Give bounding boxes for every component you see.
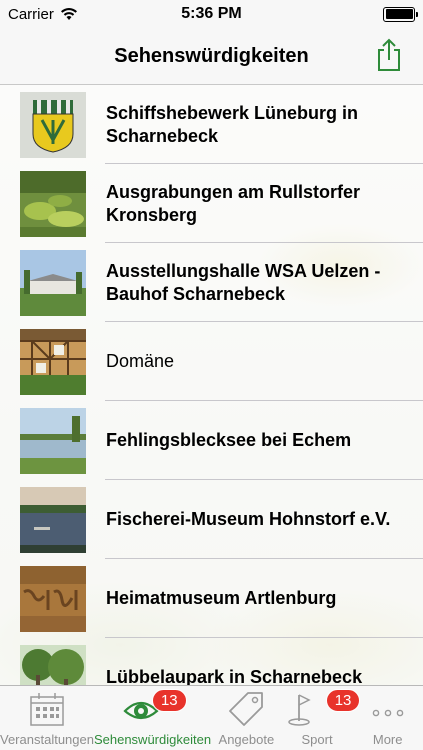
more-icon bbox=[372, 709, 403, 717]
tab-label: Sehenswürdigkeiten bbox=[93, 732, 212, 747]
hall-thumbnail bbox=[20, 249, 86, 316]
notification-badge: 13 bbox=[151, 689, 187, 712]
tab-label: Sport bbox=[301, 732, 333, 747]
tab-veranstaltungen[interactable]: Veranstaltungen bbox=[0, 686, 94, 750]
list-item[interactable]: Domäne bbox=[0, 322, 423, 401]
tab-sehenswuerdigkeiten[interactable]: 13 Sehenswürdigkeiten bbox=[94, 686, 211, 750]
list-item[interactable]: Fehlingsblecksee bei Echem bbox=[0, 401, 423, 480]
park-thumbnail bbox=[20, 644, 86, 685]
item-label: Ausstellungshalle WSA Uelzen - Bauhof Sc… bbox=[106, 260, 381, 304]
tab-sport[interactable]: 13 Sport bbox=[282, 686, 361, 750]
page-title: Sehenswürdigkeiten bbox=[114, 44, 309, 67]
calendar-icon bbox=[30, 693, 64, 726]
garden-thumbnail bbox=[20, 170, 86, 237]
golf-icon bbox=[288, 694, 311, 726]
half-timbered-house-thumbnail bbox=[20, 328, 86, 395]
inscription-thumbnail bbox=[20, 565, 86, 632]
item-label: Lübbelaupark in Scharnebeck bbox=[106, 667, 363, 685]
lake-thumbnail bbox=[20, 407, 86, 474]
list-item[interactable]: Heimatmuseum Artlenburg bbox=[0, 559, 423, 638]
list-item[interactable]: Ausstellungshalle WSA Uelzen - Bauhof Sc… bbox=[0, 243, 423, 322]
tab-angebote[interactable]: Angebote bbox=[211, 686, 282, 750]
item-label: Fischerei-Museum Hohnstorf e.V. bbox=[106, 509, 391, 529]
tab-more[interactable]: More bbox=[352, 686, 423, 750]
tag-icon bbox=[229, 692, 264, 726]
tab-label: Veranstaltungen bbox=[0, 732, 94, 747]
sights-list[interactable]: Schiffshebewerk Lüneburg in Scharnebeck … bbox=[0, 85, 423, 685]
item-label: Fehlingsblecksee bei Echem bbox=[106, 430, 352, 450]
item-label: Heimatmuseum Artlenburg bbox=[106, 588, 337, 608]
item-label: Ausgrabungen am Rullstorfer Kronsberg bbox=[106, 181, 361, 225]
tab-label: More bbox=[372, 732, 403, 747]
list-item[interactable]: Schiffshebewerk Lüneburg in Scharnebeck bbox=[0, 85, 423, 164]
coat-of-arms-thumbnail bbox=[20, 91, 86, 158]
river-thumbnail bbox=[20, 486, 86, 553]
wifi-icon bbox=[60, 8, 77, 20]
battery-level bbox=[385, 9, 413, 19]
status-bar: Carrier 5:36 PM bbox=[0, 0, 423, 28]
tab-label: Angebote bbox=[218, 732, 275, 747]
carrier-label: Carrier bbox=[8, 5, 54, 23]
share-button[interactable] bbox=[375, 38, 403, 72]
item-label: Domäne bbox=[106, 351, 175, 371]
list-item[interactable]: Lübbelaupark in Scharnebeck bbox=[0, 638, 423, 685]
battery-icon bbox=[383, 6, 418, 22]
tab-bar: Veranstaltungen 13 Sehenswürdigkeiten An… bbox=[0, 685, 423, 750]
list-item[interactable]: Ausgrabungen am Rullstorfer Kronsberg bbox=[0, 164, 423, 243]
list-item[interactable]: Fischerei-Museum Hohnstorf e.V. bbox=[0, 480, 423, 559]
item-label: Schiffshebewerk Lüneburg in Scharnebeck bbox=[106, 102, 359, 146]
navigation-bar: Sehenswürdigkeiten bbox=[0, 28, 423, 85]
